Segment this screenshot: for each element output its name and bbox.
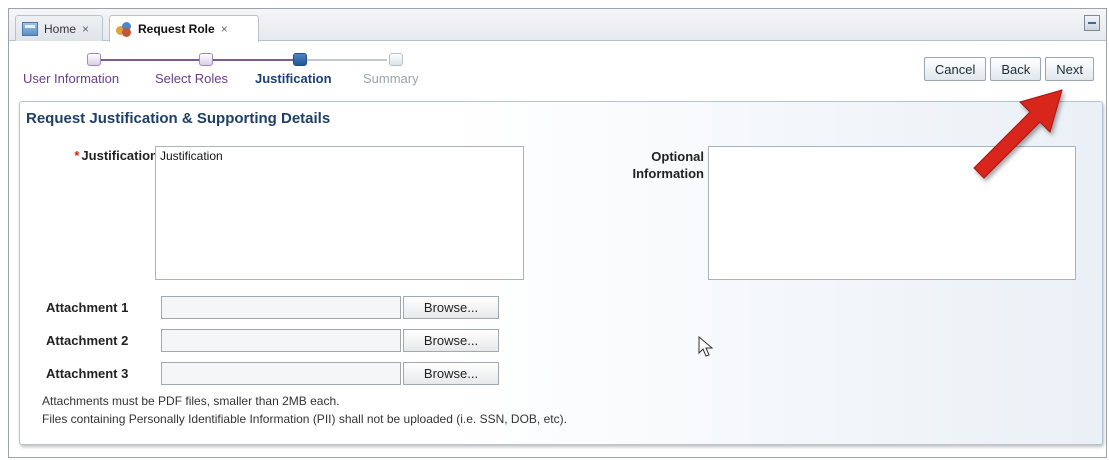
justification-panel: Request Justification & Supporting Detai… <box>19 101 1103 445</box>
next-button[interactable]: Next <box>1045 57 1094 81</box>
app-frame: Home × Request Role × User Information S… <box>8 8 1107 458</box>
train-step-summary[interactable]: Summary <box>363 71 419 86</box>
wizard-buttons: Cancel Back Next <box>923 57 1094 81</box>
progress-train: User Information Select Roles Justificat… <box>23 49 453 89</box>
attachment-3-browse-button[interactable]: Browse... <box>403 362 499 385</box>
restore-window-icon[interactable] <box>1084 15 1100 31</box>
panel-title: Request Justification & Supporting Detai… <box>26 110 331 127</box>
tab-request-role[interactable]: Request Role × <box>109 15 259 42</box>
attachment-2-browse-button[interactable]: Browse... <box>403 329 499 352</box>
optional-information-label: Optional Information <box>632 149 705 181</box>
attachment-2-label: Attachment 2 <box>46 333 129 348</box>
train-step-justification: Justification <box>255 71 332 86</box>
train-step-summary-node[interactable] <box>389 53 403 66</box>
train-connector <box>101 59 203 61</box>
tab-home[interactable]: Home × <box>15 15 103 41</box>
cancel-button[interactable]: Cancel <box>923 57 987 81</box>
justification-textarea[interactable]: Justification <box>155 146 524 280</box>
train-step-select-roles[interactable]: Select Roles <box>155 71 228 86</box>
train-step-select-roles-node[interactable] <box>199 53 213 66</box>
justification-label: * Justification <box>74 148 158 163</box>
back-button[interactable]: Back <box>990 57 1042 81</box>
train-connector <box>307 59 387 61</box>
train-connector <box>213 59 295 61</box>
attachment-3-label: Attachment 3 <box>46 366 129 381</box>
required-marker: * <box>74 148 80 163</box>
attachment-note-pii: Files containing Personally Identifiable… <box>42 412 567 426</box>
tab-request-role-label: Request Role <box>138 22 215 36</box>
tab-request-role-close-icon[interactable]: × <box>221 22 228 36</box>
attachment-3-field[interactable] <box>161 362 401 385</box>
home-icon <box>22 21 38 36</box>
red-arrow-icon <box>973 89 1063 179</box>
mouse-pointer-icon <box>698 336 714 357</box>
tab-home-label: Home <box>44 21 77 36</box>
train-step-user-information[interactable]: User Information <box>23 71 119 86</box>
role-icon <box>116 22 132 37</box>
tab-bar: Home × Request Role × <box>9 9 1106 42</box>
attachment-1-label: Attachment 1 <box>46 300 129 315</box>
attachment-1-browse-button[interactable]: Browse... <box>403 296 499 319</box>
attachment-1-field[interactable] <box>161 296 401 319</box>
tab-home-close-icon[interactable]: × <box>82 22 89 36</box>
train-step-user-information-node[interactable] <box>87 53 101 66</box>
attachment-note-size: Attachments must be PDF files, smaller t… <box>42 394 340 408</box>
attachment-2-field[interactable] <box>161 329 401 352</box>
train-step-justification-node[interactable] <box>293 53 307 66</box>
